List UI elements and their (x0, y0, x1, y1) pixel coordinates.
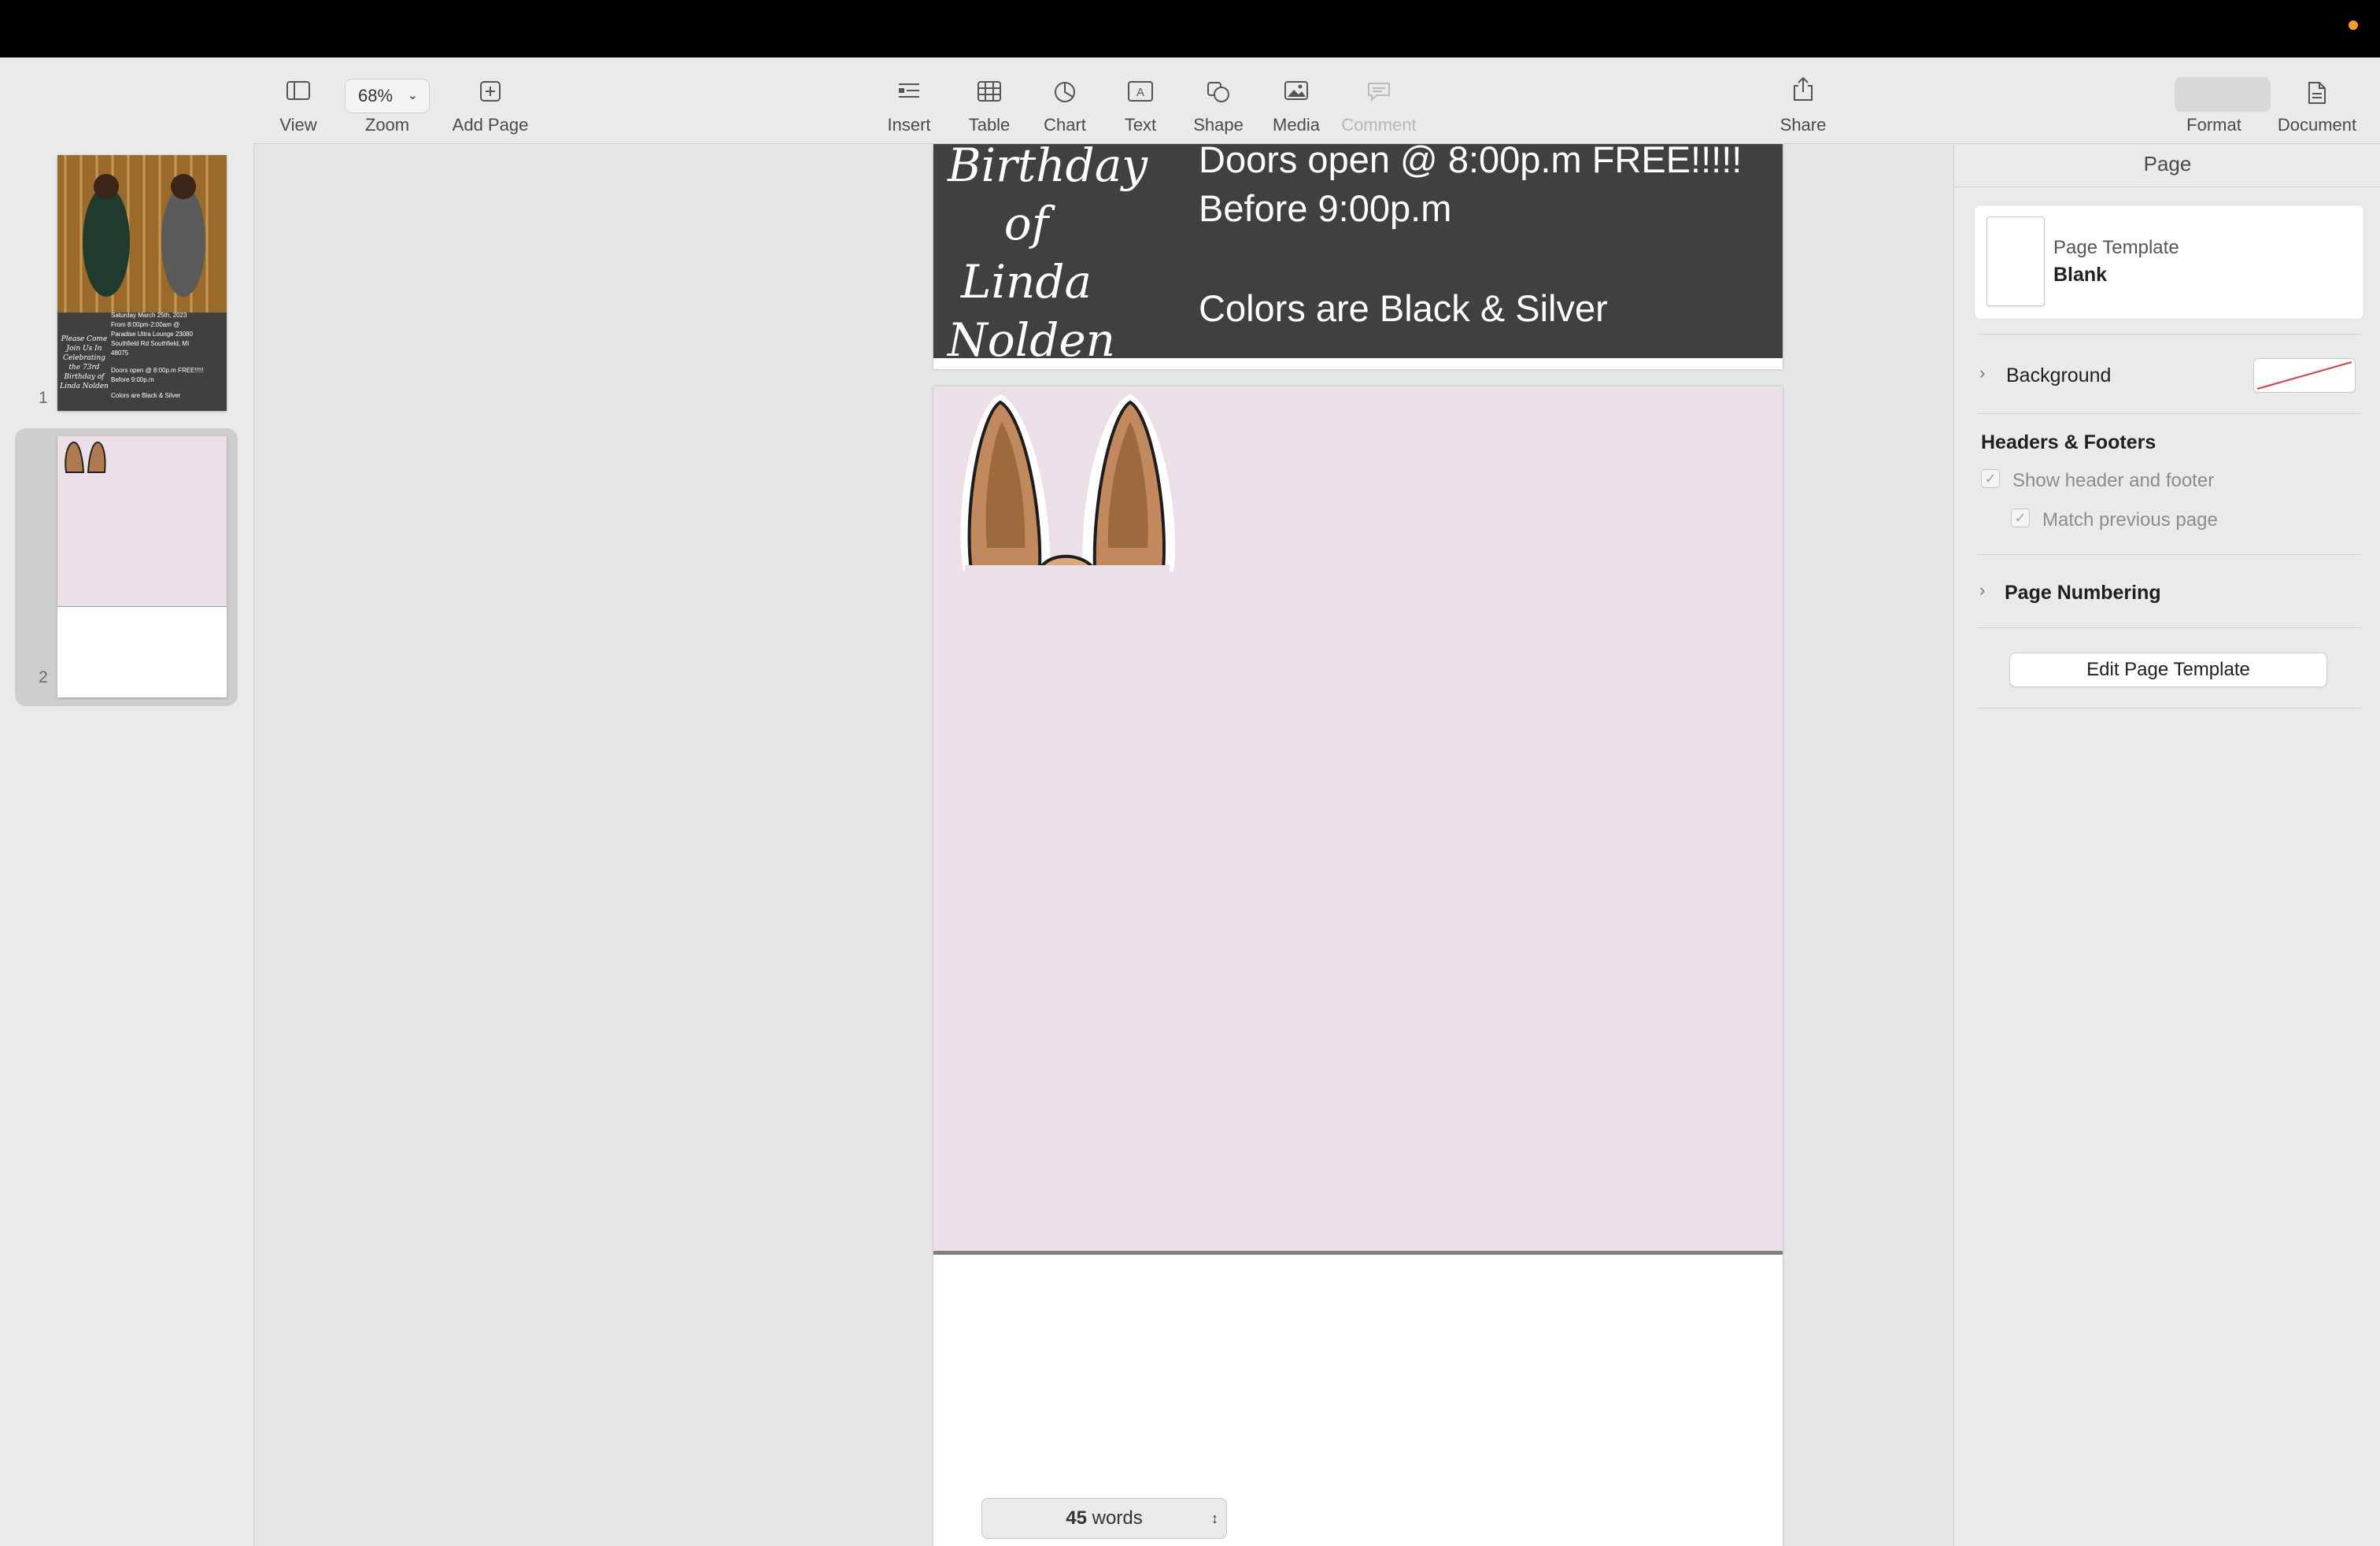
document-label: Document (2277, 115, 2357, 135)
thumb-line: Saturday March 25th, 2023 (111, 312, 187, 319)
match-previous-label: Match previous page (2042, 509, 2218, 531)
before-time-text[interactable]: Before 9:00p.m (1199, 187, 1451, 230)
word-count-value: 45 (1066, 1507, 1087, 1529)
thumbnail-text-lines: Saturday March 25th, 2023 From 8:00pm-2:… (111, 311, 225, 401)
chart-label: Chart (1044, 115, 1086, 135)
page-thumbnail-2[interactable] (57, 436, 227, 697)
recording-indicator-icon (2349, 20, 2358, 30)
table-button[interactable]: Table (958, 57, 1021, 143)
add-page-button[interactable]: Add Page (439, 57, 541, 143)
view-label: View (279, 115, 317, 135)
match-previous-checkbox[interactable]: ✓ (2011, 509, 2030, 527)
zoom-value: 68% (358, 86, 394, 105)
chart-button[interactable]: Chart (1033, 57, 1096, 143)
page-number-2: 2 (39, 668, 48, 686)
template-preview (1986, 216, 2045, 306)
section-divider (1978, 554, 2360, 555)
page-1[interactable]: Birthday of Linda Nolden Doors open @ 8:… (933, 144, 1783, 369)
cursive-line: Linda (960, 255, 1092, 309)
share-icon (1794, 76, 1813, 101)
page-2[interactable] (933, 386, 1783, 1546)
word-count-label: words (1092, 1507, 1143, 1529)
background-color-well[interactable] (2253, 358, 2356, 393)
section-divider (1978, 627, 2360, 628)
thumb-line: From 8:00pm-2:00am @ (111, 321, 180, 328)
insert-label: Insert (887, 115, 931, 135)
thumb-line: Southfield Rd Southfield, MI (111, 340, 190, 347)
inspector-title: Page (2143, 152, 2192, 176)
add-page-icon (480, 81, 501, 102)
thumb-line: 48075 (111, 350, 129, 357)
comment-icon (1368, 83, 1390, 102)
chart-icon (1055, 82, 1075, 102)
svg-text:A: A (1136, 86, 1144, 99)
section-divider (1978, 334, 2360, 335)
thumbnail-cursive-text: Please Come Join Us In Celebrating the 7… (60, 335, 109, 390)
table-icon (978, 81, 1001, 102)
page-thumbnails-sidebar[interactable]: Saturday March 25th, 2023 From 8:00pm-2:… (0, 57, 254, 1546)
chevron-right-icon[interactable]: › (1979, 363, 1985, 383)
zoom-dropdown[interactable]: 68% ⌄ (345, 79, 430, 113)
format-inspector: Page Page Template Blank › Background He… (1953, 144, 2380, 1546)
table-label: Table (968, 115, 1011, 135)
cursive-title: Birthday of Linda Nolden (948, 144, 1148, 369)
page-thumbnail-1[interactable]: Saturday March 25th, 2023 From 8:00pm-2:… (57, 155, 227, 411)
share-label: Share (1779, 115, 1827, 135)
thumb-line: Before 9:00p.m (111, 376, 154, 383)
show-header-footer-checkbox[interactable]: ✓ (1981, 469, 2000, 488)
document-button[interactable]: Document (2266, 57, 2368, 143)
text-button[interactable]: A Text (1109, 57, 1172, 143)
text-box-icon: A (1128, 81, 1153, 102)
document-icon (2308, 82, 2326, 104)
page-template-card[interactable]: Page Template Blank (1974, 205, 2364, 320)
media-label: Media (1273, 115, 1320, 135)
template-value: Blank (2053, 264, 2108, 286)
insert-button[interactable]: Insert (878, 57, 941, 143)
thumb-line: Paradise Ultra Lounge 23080 (111, 331, 194, 338)
thumb-line: Colors are Black & Silver (111, 392, 181, 399)
page-number-1: 1 (39, 389, 48, 407)
headers-footers-heading: Headers & Footers (1981, 431, 2156, 453)
word-count-control[interactable]: 45 words ↕ (981, 1498, 1227, 1539)
comment-button[interactable]: Comment (1336, 57, 1422, 143)
flyer-dark-panel: Birthday of Linda Nolden Doors open @ 8:… (933, 144, 1783, 367)
shape-button[interactable]: Shape (1183, 57, 1254, 143)
cursive-line: Nolden (948, 313, 1116, 367)
shape-icon (1207, 82, 1229, 102)
shape-label: Shape (1193, 115, 1244, 135)
format-active-highlight (2175, 77, 2271, 112)
stepper-arrows-icon: ↕ (1211, 1511, 1218, 1526)
view-button[interactable]: View (271, 57, 326, 143)
background-label[interactable]: Background (2006, 364, 2111, 387)
chevron-right-icon[interactable]: › (1979, 580, 1985, 601)
section-divider (1978, 413, 2360, 414)
menu-bar (0, 0, 2380, 57)
cursive-line: Birthday of (948, 144, 1148, 250)
zoom-label: Zoom (364, 115, 410, 135)
edit-page-template-button[interactable]: Edit Page Template (2009, 653, 2327, 687)
media-icon (1284, 81, 1308, 100)
sidebar-toggle-icon (286, 81, 310, 100)
colors-text[interactable]: Colors are Black & Silver (1199, 287, 1608, 330)
bunny-ears-image[interactable] (957, 390, 1209, 579)
doors-open-text[interactable]: Doors open @ 8:00p.m FREE!!!!! (1199, 144, 1742, 181)
thumb-line: Doors open @ 8:00p.m FREE!!!!! (111, 367, 204, 374)
ears-thumbnail-icon (65, 441, 106, 473)
no-fill-icon (2256, 361, 2352, 390)
document-canvas[interactable]: Birthday of Linda Nolden Doors open @ 8:… (254, 144, 1953, 1546)
show-header-footer-label: Show header and footer (2012, 470, 2215, 491)
page-numbering-label[interactable]: Page Numbering (2005, 582, 2161, 605)
add-page-label: Add Page (452, 115, 529, 135)
page-break-line (933, 1251, 1783, 1255)
chevron-down-icon: ⌄ (407, 89, 418, 102)
share-button[interactable]: Share (1768, 57, 1839, 143)
template-label: Page Template (2053, 237, 2179, 258)
media-button[interactable]: Media (1261, 57, 1332, 143)
text-label: Text (1124, 115, 1157, 135)
comment-label: Comment (1341, 115, 1417, 135)
format-label: Format (2186, 115, 2241, 135)
toolbar: View Zoom Add Page Insert Table Chart A … (253, 57, 2380, 144)
insert-icon (899, 83, 919, 98)
